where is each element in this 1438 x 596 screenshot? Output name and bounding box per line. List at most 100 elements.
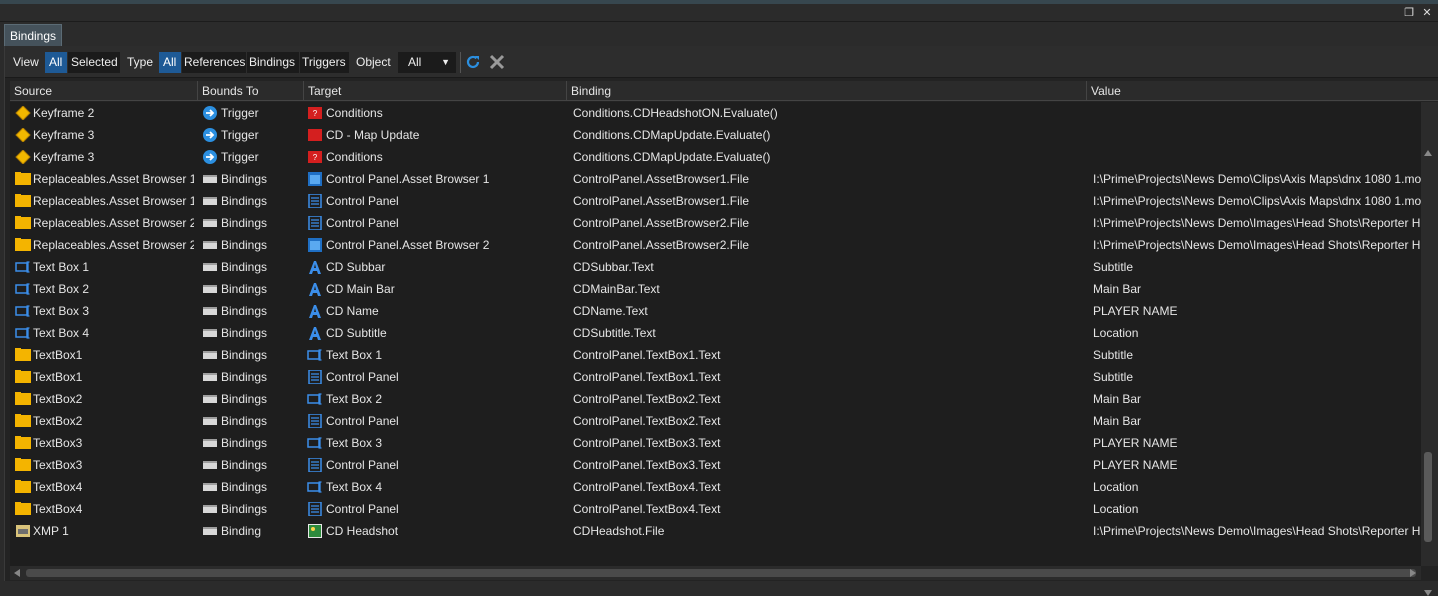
table-row[interactable]: Replaceables.Asset Browser 2 Bindings Cont…: [10, 212, 1421, 234]
table-row[interactable]: Text Box 2 Bindings CD Main Bar CDMainBar.T…: [10, 278, 1421, 300]
horizontal-scrollbar[interactable]: [10, 566, 1421, 580]
bindings-icon: [202, 414, 218, 428]
cell-value: PLAYER NAME: [1093, 436, 1178, 450]
cell-bounds: Trigger: [221, 150, 259, 164]
cell-value: Location: [1093, 326, 1139, 340]
object-select[interactable]: All ▼: [398, 52, 456, 73]
cell-value: I:\Prime\Projects\News Demo\Clips\Axis M…: [1093, 172, 1421, 186]
cell-target: Control Panel.Asset Browser 2: [326, 238, 490, 252]
view-selected-button[interactable]: Selected: [68, 52, 120, 73]
cell-value: [1093, 124, 1421, 146]
cell-binding: ControlPanel.TextBox4.Text: [573, 480, 721, 494]
tab-bindings[interactable]: Bindings: [4, 24, 63, 46]
chevron-down-icon: ▼: [441, 57, 450, 67]
table-row[interactable]: TextBox4 Bindings Control Panel ControlPane…: [10, 498, 1421, 520]
table-row[interactable]: XMP 1 Binding CD Headshot CDHeadshot.File I:…: [10, 520, 1421, 542]
cell-target: Text Box 2: [326, 392, 383, 406]
cell-source: Replaceables.Asset Browser 1: [33, 194, 194, 208]
bindings-icon: [202, 348, 218, 362]
cell-target: Text Box 1: [326, 348, 383, 362]
clear-icon[interactable]: [488, 53, 506, 71]
cell-binding: CDName.Text: [573, 304, 648, 318]
restore-icon[interactable]: ❐: [1403, 7, 1415, 19]
table-row[interactable]: TextBox3 Bindings Text Box 3 ControlPanel.T…: [10, 432, 1421, 454]
control-panel-icon: [307, 458, 323, 472]
cell-bounds: Bindings: [221, 348, 268, 362]
cell-source: TextBox4: [33, 480, 83, 494]
folder-icon: [15, 370, 31, 384]
textbox-icon: [15, 326, 31, 340]
view-all-button[interactable]: All: [45, 52, 67, 73]
cell-target: Control Panel: [326, 216, 399, 230]
svg-text:?: ?: [313, 109, 318, 118]
bindings-icon: [202, 172, 218, 186]
table-row[interactable]: Replaceables.Asset Browser 2 Bindings Cont…: [10, 234, 1421, 256]
text-layer-icon: [307, 260, 323, 274]
cell-target: Text Box 4: [326, 480, 383, 494]
bindings-icon: [202, 282, 218, 296]
table-row[interactable]: Replaceables.Asset Browser 1 Bindings Cont…: [10, 190, 1421, 212]
table-row[interactable]: Text Box 3 Bindings CD Name CDName.Text PLAY…: [10, 300, 1421, 322]
text-layer-icon: [307, 326, 323, 340]
table-row[interactable]: TextBox3 Bindings Control Panel ControlPane…: [10, 454, 1421, 476]
cell-target: Conditions: [326, 106, 383, 120]
refresh-icon[interactable]: [464, 53, 482, 71]
cell-binding: Conditions.CDMapUpdate.Evaluate(): [573, 128, 771, 142]
bindings-icon: [202, 216, 218, 230]
table-row[interactable]: Replaceables.Asset Browser 1 Bindings Cont…: [10, 168, 1421, 190]
bindings-icon: [202, 502, 218, 516]
column-header-binding[interactable]: Binding: [567, 81, 1087, 101]
cell-bounds: Bindings: [221, 304, 268, 318]
bindings-icon: [202, 304, 218, 318]
cell-value: Main Bar: [1093, 282, 1142, 296]
scroll-up-icon: [1424, 150, 1432, 156]
folder-icon: [15, 414, 31, 428]
cell-binding: ControlPanel.TextBox2.Text: [573, 414, 721, 428]
textbox-icon: [15, 304, 31, 318]
column-header-target[interactable]: Target: [304, 81, 567, 101]
bindings-icon: [202, 238, 218, 252]
type-bindings-button[interactable]: Bindings: [247, 52, 299, 73]
table-row[interactable]: Keyframe 3 Trigger CD - Map Update Conditio…: [10, 124, 1421, 146]
table-row[interactable]: TextBox2 Bindings Control Panel ControlPane…: [10, 410, 1421, 432]
table-row[interactable]: Text Box 1 Bindings CD Subbar CDSubbar.Text…: [10, 256, 1421, 278]
column-header-bounds-to[interactable]: Bounds To: [198, 81, 304, 101]
column-header-source[interactable]: Source: [10, 81, 198, 101]
type-triggers-button[interactable]: Triggers: [300, 52, 349, 73]
type-references-button[interactable]: References: [182, 52, 246, 73]
cell-target: CD - Map Update: [326, 128, 420, 142]
vertical-scrollbar[interactable]: [1421, 102, 1438, 596]
cell-source: Keyframe 2: [33, 106, 95, 120]
cell-bounds: Trigger: [221, 106, 259, 120]
control-panel-icon: [307, 502, 323, 516]
cell-binding: ControlPanel.AssetBrowser2.File: [573, 238, 750, 252]
cell-bounds: Bindings: [221, 326, 268, 340]
table-row[interactable]: TextBox2 Bindings Text Box 2 ControlPanel.T…: [10, 388, 1421, 410]
bindings-icon: [202, 370, 218, 384]
table-row[interactable]: Keyframe 3 Trigger? Conditions Conditions.C…: [10, 146, 1421, 168]
cell-binding: ControlPanel.TextBox3.Text: [573, 436, 721, 450]
table-row[interactable]: Keyframe 2 Trigger? Conditions Conditions.C…: [10, 102, 1421, 124]
column-header-value[interactable]: Value: [1087, 81, 1438, 101]
table-row[interactable]: TextBox4 Bindings Text Box 4 ControlPanel.T…: [10, 476, 1421, 498]
red-block-icon: [307, 128, 323, 142]
bindings-icon: [202, 436, 218, 450]
cell-binding: ControlPanel.TextBox2.Text: [573, 392, 721, 406]
cell-source: Replaceables.Asset Browser 1: [33, 172, 194, 186]
column-header-row: Source Bounds To Target Binding Value: [10, 81, 1438, 101]
bindings-icon: [202, 326, 218, 340]
table-row[interactable]: TextBox1 Bindings Text Box 1 ControlPanel.T…: [10, 344, 1421, 366]
filter-toolbar: View All Selected Type All References Bi…: [5, 46, 1438, 78]
close-icon[interactable]: ✕: [1421, 7, 1433, 19]
table-row[interactable]: TextBox1 Bindings Control Panel ControlPane…: [10, 366, 1421, 388]
object-select-value: All: [408, 55, 422, 69]
table-row[interactable]: Text Box 4 Bindings CD Subtitle CDSubtitle.…: [10, 322, 1421, 344]
cell-target: CD Subtitle: [326, 326, 387, 340]
scroll-down-icon: [1424, 590, 1432, 596]
folder-icon: [15, 216, 31, 230]
type-all-button[interactable]: All: [159, 52, 181, 73]
horizontal-scroll-thumb[interactable]: [26, 569, 1416, 577]
folder-icon: [15, 238, 31, 252]
vertical-scroll-thumb[interactable]: [1424, 452, 1432, 542]
cell-source: TextBox3: [33, 436, 83, 450]
